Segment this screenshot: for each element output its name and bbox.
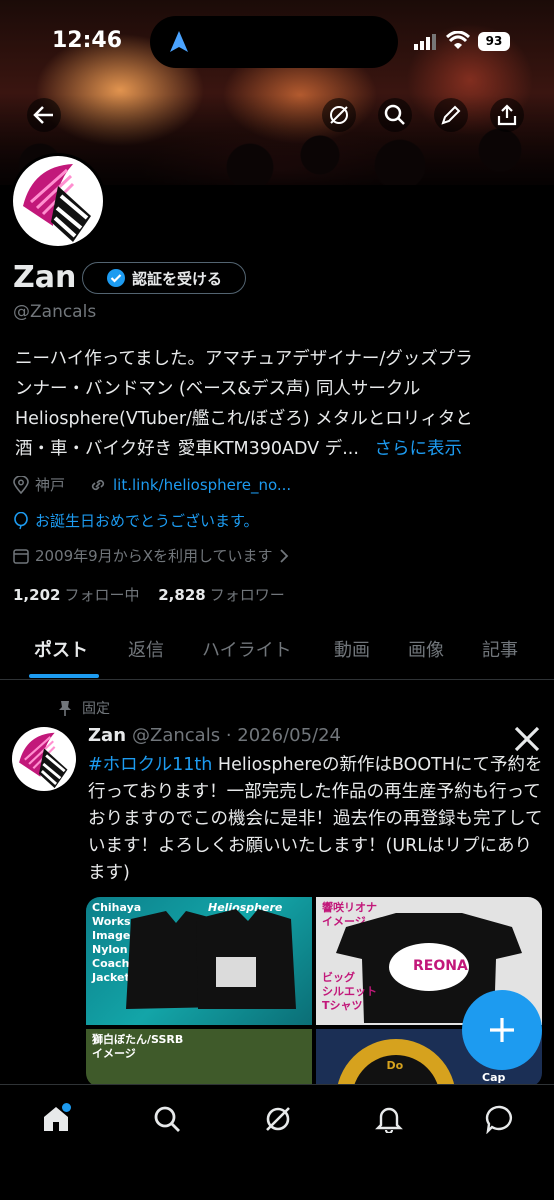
active-tab-indicator [29,674,99,678]
post-header: Zan @Zancals · 2026/05/24 [88,725,341,746]
avatar-artwork [13,156,103,246]
post-meta: @Zancals · 2026/05/24 [132,725,342,746]
followers-link[interactable]: 2,828 フォロワー [158,586,284,604]
balloon-icon [14,511,28,529]
pinned-label: 固定 [82,701,110,717]
get-verified-button[interactable]: 認証を受ける [82,262,246,294]
back-arrow-icon [33,106,53,124]
wifi-icon [446,31,470,49]
media-image-green-tee[interactable]: 獅白ぼたん/SSRB イメージ [86,1029,312,1087]
joined-date: 2009年9月からXを利用しています [35,547,273,565]
bio-line: Heliosphere(VTuber/艦これ/ぼざろ) メタルとロリィタと [15,409,473,429]
profile-location: 神戸 [35,476,66,494]
share-button[interactable] [490,98,524,132]
bio-line: ニーハイ作ってました。アマチュアデザイナー/グッズプラ [15,349,473,369]
tshirt-logo-text: REONA [413,958,468,974]
nav-grok[interactable] [258,1099,298,1139]
link-icon [91,479,105,490]
profile-handle: @Zancals [13,302,97,322]
unread-dot [62,1103,71,1112]
post-body: #ホロクル11th Heliosphereの新作はBOOTHにて予約を行っており… [88,752,544,887]
avatar-artwork [12,727,76,791]
x-logo-icon [514,726,540,752]
profile-meta-location-row: 神戸 lit.link/heliosphere_no... [13,474,291,495]
nav-notifications[interactable] [369,1099,409,1139]
show-more-link[interactable]: さらに表示 [374,439,462,459]
chat-bubble-icon [485,1105,512,1134]
battery-indicator: 93 [478,32,510,51]
grok-button[interactable] [322,98,356,132]
profile-bio: ニーハイ作ってました。アマチュアデザイナー/グッズプラ ンナー・バンドマン (ベ… [15,344,545,464]
media-label: 獅白ぼたん/SSRB イメージ [92,1033,184,1060]
post-hashtag[interactable]: #ホロクル11th [88,755,212,775]
search-icon [384,104,405,125]
navigation-arrow-icon [170,31,188,52]
tab-videos[interactable]: 動画 [334,636,370,662]
status-time: 12:46 [52,28,123,53]
nav-home[interactable] [36,1099,76,1139]
search-icon [154,1106,180,1132]
profile-meta-birthday-row: お誕生日おめでとうございます。 [13,510,259,531]
post-avatar[interactable] [12,727,76,791]
profile-website-link[interactable]: lit.link/heliosphere_no... [113,476,291,494]
share-icon [497,104,517,126]
pin-icon [59,701,71,716]
follow-stats: 1,202 フォロー中 2,828 フォロワー [13,584,285,605]
tab-articles[interactable]: 記事 [482,636,518,662]
tab-photos[interactable]: 画像 [408,636,444,662]
nav-messages[interactable] [480,1099,520,1139]
location-pin-icon [13,475,29,494]
media-image-jacket[interactable]: Chihaya Works Image Nylon Coach Jacket H… [86,897,312,1025]
edit-button[interactable] [434,98,468,132]
bell-icon [375,1107,403,1133]
pinned-indicator: 固定 [58,698,110,718]
calendar-icon [13,548,29,564]
compose-post-button[interactable] [462,990,542,1070]
get-verified-label: 認証を受ける [131,269,222,288]
bio-line: 酒・車・バイク好き 愛車KTM390ADV デ... [15,439,359,459]
chevron-right-icon [279,548,288,563]
tab-posts[interactable]: ポスト [34,636,88,662]
following-count: 1,202 [13,586,61,604]
profile-avatar[interactable] [10,153,106,249]
jacket-shape [126,909,296,1009]
search-button[interactable] [378,98,412,132]
plus-icon [490,1018,514,1042]
profile-tabs: ポスト 返信 ハイライト 動画 画像 記事 [0,624,554,680]
followers-count: 2,828 [158,586,206,604]
dynamic-island [150,16,398,68]
sticker-badge-text: RIN Do [384,1045,406,1072]
bio-line: ンナー・バンドマン (ベース&デス声) 同人サークル [15,379,421,399]
grok-icon [330,106,348,124]
following-label: フォロー中 [64,586,140,604]
status-bar: 12:46 93 [0,0,554,80]
back-button[interactable] [27,98,61,132]
profile-joined-row[interactable]: 2009年9月からXを利用しています [13,545,289,566]
grok-icon [266,1107,290,1131]
media-sublabel: ビッグ シルエット Tシャツ [322,971,377,1012]
following-link[interactable]: 1,202 フォロー中 [13,586,139,604]
verified-badge-icon [106,269,125,287]
bottom-navigation [0,1084,554,1200]
pencil-icon [441,105,461,125]
birthday-message: お誕生日おめでとうございます。 [35,512,259,530]
followers-label: フォロワー [209,586,285,604]
post-author-name[interactable]: Zan [88,725,126,746]
nav-search[interactable] [147,1099,187,1139]
tab-highlights[interactable]: ハイライト [202,636,292,662]
tab-replies[interactable]: 返信 [128,636,164,662]
profile-name: Zan [13,260,77,295]
cellular-signal-icon [414,34,436,50]
